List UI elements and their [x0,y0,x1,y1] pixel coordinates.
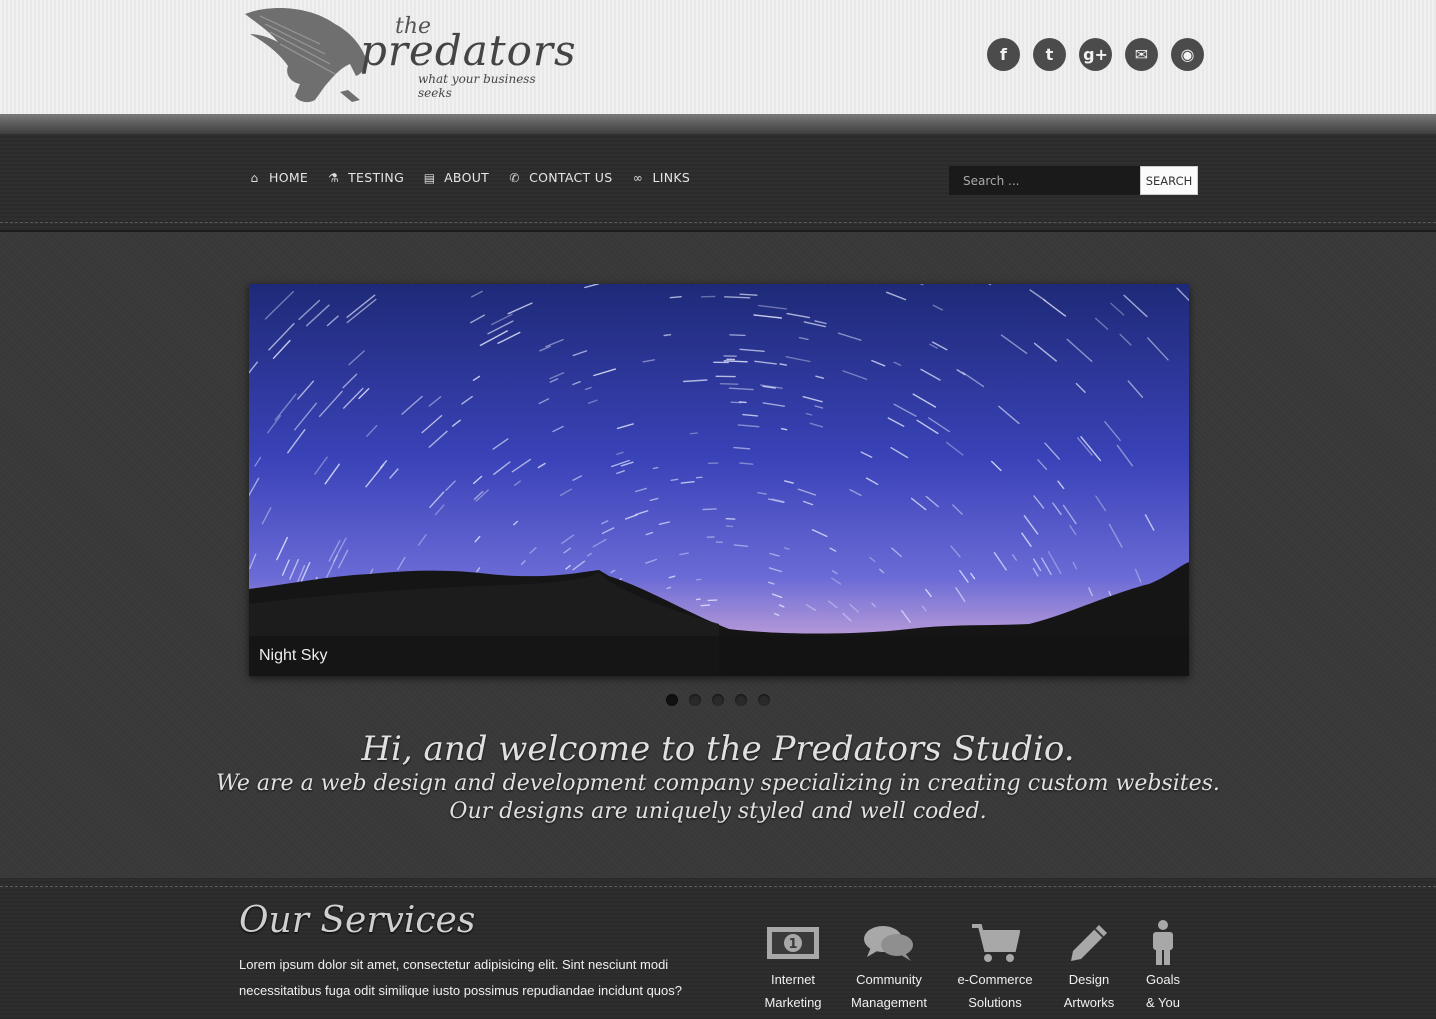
service-ecommerce-solutions[interactable]: e-Commerce Solutions [952,918,1038,1014]
slider-pagination [666,694,770,706]
social-links: f t g+ ✉ ◉ [987,38,1204,71]
star-trail [689,432,698,435]
search-form: SEARCH [949,166,1198,195]
search-input[interactable] [949,166,1140,195]
star-trail [780,427,788,431]
service-internet-marketing[interactable]: 1 Internet Marketing [758,918,828,1014]
star-trail [652,466,659,470]
slide-caption-text: Night Sky [259,647,328,664]
service-label: Marketing [764,995,822,1010]
nav-label: TESTING [348,170,405,185]
image-slider[interactable]: Night Sky [249,284,1189,676]
services-description: Lorem ipsum dolor sit amet, consectetur … [239,957,682,998]
facebook-icon[interactable]: f [987,38,1020,71]
star-trail [695,578,702,581]
slider-dot-2[interactable] [689,694,701,706]
star-trail [738,401,747,404]
star-trail [669,295,682,299]
site-header: the predators what your business seeks f… [0,0,1436,114]
service-community-management[interactable]: Community Management [848,918,930,1014]
star-trail [666,586,672,590]
nav-item-about[interactable]: ▤ ABOUT [423,170,489,185]
star-trail [719,382,739,385]
star-trail [695,598,701,601]
nav-item-testing[interactable]: ⚗ TESTING [327,170,404,185]
services-section [0,878,1436,1019]
flask-icon: ⚗ [328,170,340,185]
google-plus-icon[interactable]: g+ [1079,38,1112,71]
night-sky-image [249,284,1189,676]
star-trail [724,296,751,299]
star-trail [723,360,748,363]
slider-dot-1[interactable] [666,694,678,706]
star-trail [670,478,679,482]
header-divider [0,114,1436,134]
search-button[interactable]: SEARCH [1140,166,1198,195]
services-stitch-divider [0,886,1436,887]
main-nav: ⌂ HOME ⚗ TESTING ▤ ABOUT ✆ CONTACT US ∞ … [248,170,690,185]
welcome-line-1: We are a web design and development comp… [216,771,1220,796]
welcome-title: Hi, and welcome to the Predators Studio. [361,729,1075,769]
slider-dot-5[interactable] [758,694,770,706]
service-label: Artworks [1063,995,1115,1010]
welcome-line-2: Our designs are uniquely styled and well… [449,799,987,824]
nav-item-home[interactable]: ⌂ HOME [248,170,308,185]
person-icon [1140,918,1186,968]
phone-icon: ✆ [509,170,520,185]
service-label: Internet [770,972,816,987]
service-label: & You [1146,995,1180,1010]
nav-item-contact-us[interactable]: ✆ CONTACT US [508,170,612,185]
service-label: Design [1068,972,1110,987]
home-icon: ⌂ [250,170,259,185]
link-icon: ∞ [632,170,644,185]
rss-icon[interactable]: ◉ [1171,38,1204,71]
slider-dot-4[interactable] [735,694,747,706]
service-label: Goals [1146,972,1180,987]
twitter-icon[interactable]: t [1033,38,1066,71]
pencil-icon [1060,918,1118,968]
slide-caption: Night Sky [249,636,1189,676]
nav-label: HOME [269,170,309,185]
nav-label: ABOUT [444,170,490,185]
service-label: e-Commerce [957,972,1033,987]
star-trail [729,334,746,337]
mail-icon[interactable]: ✉ [1125,38,1158,71]
chat-icon [848,918,930,968]
svg-text:1: 1 [788,937,797,952]
logo-tagline: what your business seeks [418,72,536,100]
star-trail [702,508,717,511]
star-trail [663,334,672,337]
service-goals-and-you[interactable]: Goals & You [1140,918,1186,1014]
star-trail [700,604,711,607]
slider-dot-3[interactable] [712,694,724,706]
nav-item-links[interactable]: ∞ LINKS [631,170,690,185]
money-icon: 1 [758,918,828,968]
service-label: Community [856,972,922,987]
book-icon: ▤ [423,170,436,185]
logo-name: predators [360,26,577,75]
services-title: Our Services [239,900,476,941]
service-label: Solutions [968,995,1022,1010]
cart-icon [952,918,1038,968]
service-label: Management [851,995,927,1010]
nav-bar: ⌂ HOME ⚗ TESTING ▤ ABOUT ✆ CONTACT US ∞ … [0,134,1436,232]
site-logo[interactable]: the predators what your business seeks [240,4,576,108]
eagle-logo-icon [245,8,366,103]
star-trail [739,293,758,296]
service-design-artworks[interactable]: Design Artworks [1060,918,1118,1014]
nav-label: CONTACT US [529,170,613,185]
nav-label: LINKS [652,170,691,185]
nav-stitch-divider [0,222,1436,223]
